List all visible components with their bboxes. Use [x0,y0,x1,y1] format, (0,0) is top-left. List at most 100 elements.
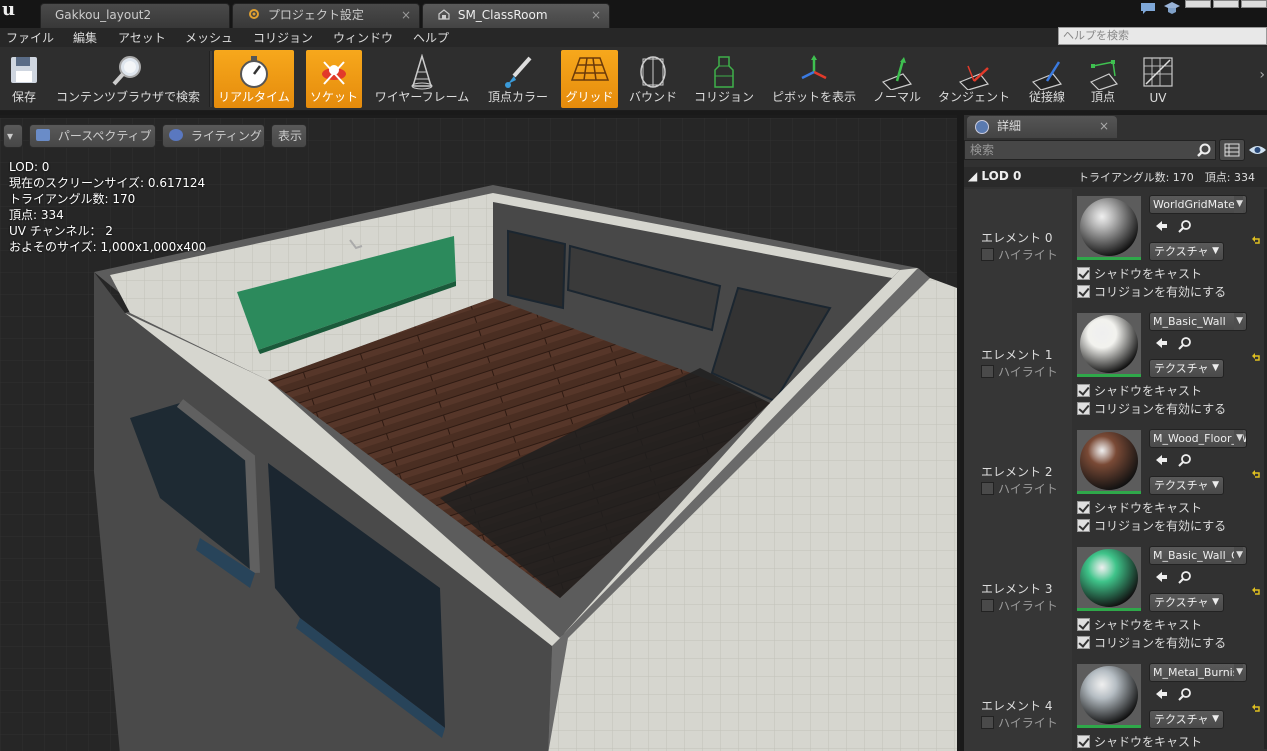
close-window-button[interactable] [1241,0,1267,8]
toolbar-overflow-icon[interactable]: › [1259,67,1265,83]
highlight-checkbox[interactable] [981,482,994,495]
use-selected-arrow-icon[interactable] [1154,687,1168,701]
chevron-down-icon: ▼ [1234,196,1243,213]
material-thumbnail[interactable] [1077,430,1141,494]
close-icon[interactable]: × [591,4,601,26]
menu-edit[interactable]: 編集 [73,29,97,46]
cast-shadow-checkbox[interactable] [1077,501,1090,514]
material-dropdown[interactable]: M_Basic_Wall ▼ [1149,312,1247,331]
help-search-input[interactable]: ヘルプを検索 [1058,27,1267,45]
enable-collision-label: コリジョンを有効にする [1094,402,1227,416]
realtime-toggle[interactable]: リアルタイム [214,50,294,108]
material-dropdown[interactable]: M_Metal_Burnis ▼ [1149,663,1247,682]
reset-to-default-icon[interactable] [1252,235,1262,245]
enable-collision-label: コリジョンを有効にする [1094,636,1227,650]
details-search-input[interactable]: 検索 [964,140,1216,160]
material-sphere-icon [1077,664,1141,725]
wireframe-toggle[interactable]: ワイヤーフレーム [370,50,474,108]
material-dropdown[interactable]: M_Basic_Wall_G ▼ [1149,546,1247,565]
enable-collision-checkbox[interactable] [1077,402,1090,415]
highlight-checkbox[interactable] [981,248,994,261]
cast-shadow-checkbox[interactable] [1077,267,1090,280]
reset-to-default-icon[interactable] [1252,352,1262,362]
texture-dropdown[interactable]: テクスチャ ▼ [1149,359,1224,378]
browse-search-icon[interactable] [1178,687,1192,701]
lod-0-header[interactable]: ◢ LOD 0 トライアングル数: 170 頂点: 334 [964,167,1267,187]
material-name: M_Basic_Wall [1153,315,1226,328]
cast-shadow-checkbox[interactable] [1077,384,1090,397]
viewport-options-button[interactable]: ▾ [3,124,23,148]
perspective-cube-icon [36,129,50,141]
texture-dropdown[interactable]: テクスチャ ▼ [1149,593,1224,612]
close-icon[interactable]: × [1099,116,1109,137]
chat-icon[interactable] [1139,1,1157,15]
highlight-label: ハイライト [998,248,1058,262]
material-dropdown[interactable]: M_Wood_Floor_W ▼ [1149,429,1247,448]
show-button[interactable]: 表示 [271,124,307,148]
lighting-button[interactable]: ライティング [162,124,265,148]
browse-search-icon[interactable] [1178,453,1192,467]
reset-to-default-icon[interactable] [1252,586,1262,596]
use-selected-arrow-icon[interactable] [1154,453,1168,467]
highlight-row: ハイライト [981,597,1058,614]
view-options-button[interactable] [1219,139,1245,161]
maximize-button[interactable] [1213,0,1239,8]
cast-shadow-checkbox[interactable] [1077,735,1090,748]
tab-sm-classroom[interactable]: SM_ClassRoom × [422,3,610,28]
find-in-content-browser-button[interactable]: コンテンツブラウザで検索 [52,50,204,108]
material-dropdown[interactable]: WorldGridMateri ▼ [1149,195,1247,214]
cast-shadow-checkbox[interactable] [1077,618,1090,631]
browse-search-icon[interactable] [1178,336,1192,350]
tab-details[interactable]: 詳細 × [967,116,1117,138]
eye-icon[interactable] [1248,141,1267,159]
highlight-checkbox[interactable] [981,599,994,612]
texture-dropdown[interactable]: テクスチャ ▼ [1149,242,1224,261]
menu-asset[interactable]: アセット [118,29,166,46]
enable-collision-checkbox[interactable] [1077,285,1090,298]
mesh-viewport[interactable]: ▾ パースペクティブ ライティング 表示 LOD: 0 現在のスクリーンサイズ:… [0,115,957,751]
enable-collision-checkbox[interactable] [1077,636,1090,649]
highlight-checkbox[interactable] [981,716,994,729]
menu-collision[interactable]: コリジョン [253,29,313,46]
menu-window[interactable]: ウィンドウ [333,29,393,46]
show-pivot-toggle[interactable]: ピボットを表示 [770,50,858,108]
texture-dropdown[interactable]: テクスチャ ▼ [1149,476,1224,495]
reset-to-default-icon[interactable] [1252,469,1262,479]
grid-toggle[interactable]: グリッド [561,50,618,108]
binormals-toggle[interactable]: 従接線 [1025,50,1069,108]
graduation-cap-icon[interactable] [1163,1,1181,15]
enable-collision-checkbox[interactable] [1077,519,1090,532]
use-selected-arrow-icon[interactable] [1154,570,1168,584]
normals-toggle[interactable]: ノーマル [870,50,924,108]
material-thumbnail[interactable] [1077,664,1141,728]
use-selected-arrow-icon[interactable] [1154,336,1168,350]
texture-dropdown[interactable]: テクスチャ ▼ [1149,710,1224,729]
browse-search-icon[interactable] [1178,570,1192,584]
menu-file[interactable]: ファイル [6,29,54,46]
vertices-toggle[interactable]: 頂点 [1084,50,1122,108]
highlight-checkbox[interactable] [981,365,994,378]
material-thumbnail[interactable] [1077,196,1141,260]
uv-toggle[interactable]: UV [1138,50,1178,108]
material-thumbnail[interactable] [1077,547,1141,611]
save-button[interactable]: 保存 [4,50,44,108]
menu-mesh[interactable]: メッシュ [185,29,233,46]
reset-to-default-icon[interactable] [1252,703,1262,713]
minimize-button[interactable] [1185,0,1211,8]
tab-gakkou-layout2[interactable]: Gakkou_layout2 [40,3,230,28]
material-thumbnail[interactable] [1077,313,1141,377]
tangents-toggle[interactable]: タンジェント [936,50,1012,108]
chevron-down-icon: ▼ [1234,313,1243,330]
tab-project-settings[interactable]: プロジェクト設定 × [232,3,420,28]
menu-help[interactable]: ヘルプ [413,29,449,46]
lod-title: LOD 0 [981,169,1022,183]
close-icon[interactable]: × [401,4,411,26]
perspective-button[interactable]: パースペクティブ [29,124,156,148]
vertex-color-toggle[interactable]: 頂点カラー [484,50,552,108]
browse-search-icon[interactable] [1178,219,1192,233]
panel-splitter[interactable] [957,115,964,751]
use-selected-arrow-icon[interactable] [1154,219,1168,233]
sockets-toggle[interactable]: ソケット [306,50,362,108]
collision-toggle[interactable]: コリジョン [692,50,756,108]
bounds-toggle[interactable]: バウンド [627,50,679,108]
